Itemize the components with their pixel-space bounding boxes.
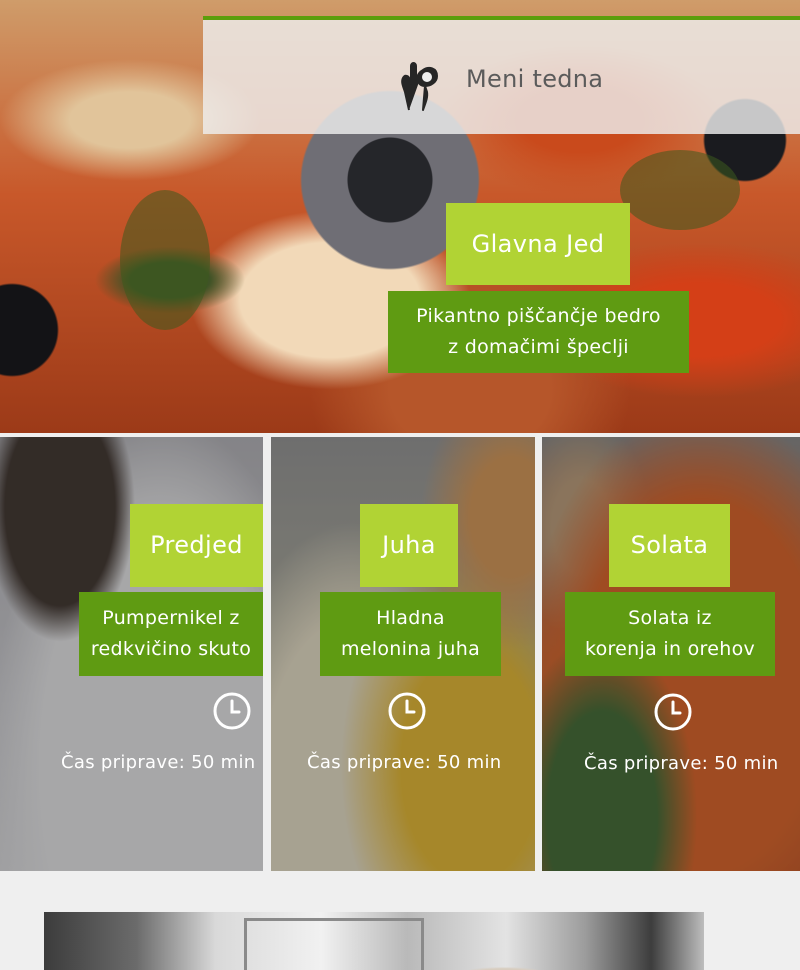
clock-icon <box>213 692 251 730</box>
page-title: Meni tedna <box>466 65 604 93</box>
card-description-line2: melonina juha <box>340 638 481 660</box>
clock-icon <box>654 693 692 731</box>
card-description: Solata iz korenja in orehov <box>565 592 775 676</box>
card-description-line2: korenja in orehov <box>584 638 756 660</box>
card-heading: Juha <box>360 504 458 587</box>
card-description-line1: Pumpernikel z <box>102 607 240 629</box>
prep-time: Čas priprave: 50 min <box>307 752 502 773</box>
card-predjed[interactable]: Predjed Pumpernikel z redkvičino skuto Č… <box>0 437 263 871</box>
card-heading: Solata <box>609 504 730 587</box>
card-heading: Predjed <box>130 504 263 587</box>
card-description-line2: redkvičino skuto <box>90 638 252 660</box>
card-description: Hladna melonina juha <box>320 592 501 676</box>
card-description: Pumpernikel z redkvičino skuto <box>79 592 263 676</box>
main-dish-description-line2: z domačimi špeclji <box>448 336 629 358</box>
main-dish-heading: Glavna Jed <box>446 203 630 285</box>
clock-icon <box>388 692 426 730</box>
card-description-line1: Hladna <box>376 607 445 629</box>
prep-time: Čas priprave: 50 min <box>584 753 779 774</box>
hero-main-dish[interactable]: Meni tedna Glavna Jed Pikantno piščančje… <box>0 0 800 433</box>
card-description-line1: Solata iz <box>628 607 712 629</box>
prep-time: Čas priprave: 50 min <box>61 752 256 773</box>
kitchen-photo[interactable] <box>44 912 704 970</box>
herb-garnish-decoration <box>120 190 210 330</box>
ok-hand-icon <box>401 62 438 111</box>
card-solata[interactable]: Solata Solata iz korenja in orehov Čas p… <box>542 437 800 871</box>
herb-garnish-decoration <box>620 150 740 230</box>
weekly-menu-header: Meni tedna <box>203 16 800 134</box>
card-juha[interactable]: Juha Hladna melonina juha Čas priprave: … <box>271 437 535 871</box>
kitchen-window-decoration <box>244 918 424 970</box>
main-dish-description-line1: Pikantno piščančje bedro <box>416 305 661 327</box>
main-dish-description: Pikantno piščančje bedro z domačimi špec… <box>388 291 689 373</box>
